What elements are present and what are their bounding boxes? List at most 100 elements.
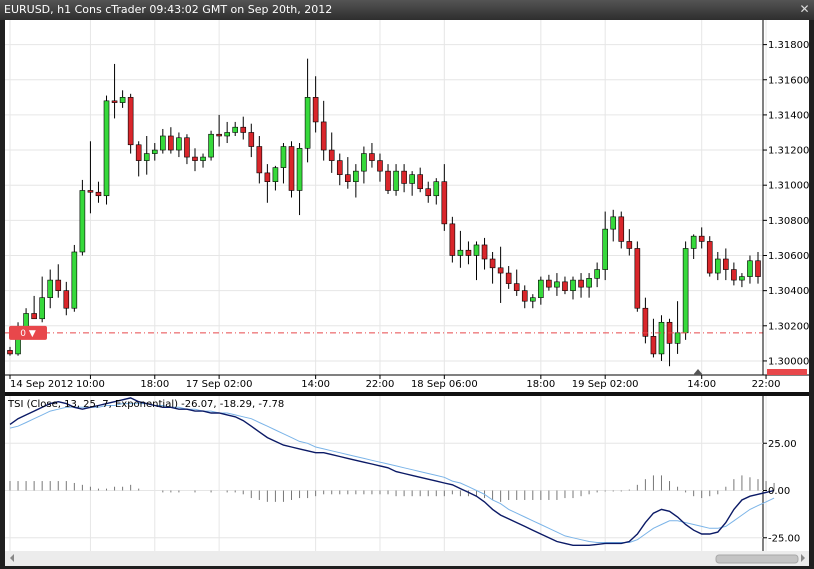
candle-body [272,167,279,182]
candle-body [7,350,13,355]
candle-body [264,172,271,182]
candle [71,244,78,312]
indicator-label: TSI (Close, 13, 25, 7, Exponential) -26.… [7,399,284,410]
candle-body [682,248,689,334]
candle-body [168,135,174,151]
y-tick-label: 1.31400 [768,110,809,121]
candle-body [433,181,440,197]
y-tick-label: 1.30800 [768,216,809,227]
candle-body [39,297,45,320]
candle-body [521,290,528,302]
candle-body [425,188,432,197]
candle-body [232,126,239,133]
candle-body [562,281,568,291]
candle [658,315,665,361]
candle [79,179,86,256]
candle-body [224,132,230,137]
y-tick-label: 1.30200 [768,321,809,332]
candle-body [377,160,383,172]
candle-body [489,258,496,269]
candle-body [135,144,142,161]
x-tick-label: 19 Sep 02:00 [572,379,639,390]
candle-body [602,228,608,270]
indicator-axis-area[interactable] [763,396,809,551]
x-tick-label: 22:00 [366,379,395,390]
scrollbar-thumb[interactable] [715,554,799,564]
candle-body [465,249,472,256]
candle-body [184,137,190,158]
candle-body [87,190,94,193]
candle-body [441,181,448,225]
candle-body [723,258,729,270]
candle-body [642,307,649,337]
chart-area[interactable]: 1.31800 1.31600 1.31400 1.31200 1.31000 1.308… [0,0,814,569]
candle-body [23,313,29,328]
candle-body [369,153,375,161]
candle-body [586,278,592,288]
candle [288,141,295,198]
y-tick-label: 1.30400 [768,286,809,297]
candle-body [706,241,713,274]
y-tick-label: 1.30600 [768,251,809,262]
candle-body [739,276,745,281]
x-tick-label: 22:00 [752,379,781,390]
candle-body [409,174,415,184]
candle-body [497,267,504,274]
y-tick-label: 1.31800 [768,40,809,51]
candle-body [119,97,126,103]
y-tick-label: 1.31000 [768,181,809,192]
candle-body [401,170,407,184]
candle-body [256,146,263,174]
ind-y-tick-label: 0.00 [768,486,790,497]
candle-body [151,149,158,154]
candle-body [554,281,560,288]
x-tick-label: 18 Sep 06:00 [411,379,478,390]
candle-body [176,137,182,151]
candle-body [47,279,54,298]
candle-body [481,244,488,260]
candle [449,216,456,263]
candle-body [538,279,544,298]
candle-body [143,153,150,161]
price-plot-area[interactable] [5,20,763,375]
candle-body [529,297,536,302]
candle [634,241,641,312]
candle-body [103,100,110,197]
candle-body [449,223,456,256]
x-tick-label: 18:00 [526,379,555,390]
candle-body [393,170,399,191]
candle-body [200,156,206,161]
x-tick-label: 14 Sep 2012 [10,379,73,390]
candle-body [312,97,319,123]
candle-body [320,121,327,151]
horizontal-scrollbar[interactable] [5,551,809,566]
indicator-plot-area[interactable] [5,396,763,551]
candle-body [71,251,78,309]
candle-body [336,160,343,175]
panel-separator[interactable] [5,392,809,396]
candle-body [610,216,617,230]
candle-body [160,135,166,151]
candle-body [747,260,753,277]
price-tag-edge [767,369,807,375]
candle-body [385,170,391,191]
price-marker-tag[interactable]: 0 ▼ [9,325,47,340]
candle-body [626,241,633,249]
candle-body [457,249,464,256]
candle-body [674,332,681,344]
y-tick-label: 1.31600 [768,75,809,86]
candle-body [95,191,102,197]
candle-body [618,216,625,242]
candle-body [353,170,359,182]
candle-body [505,272,512,284]
x-tick-label: 14:00 [687,379,716,390]
x-tick-label: 10:00 [76,379,105,390]
candle-body [328,149,335,161]
x-tick-label: 18:00 [140,379,169,390]
y-tick-label: 1.31200 [768,146,809,157]
x-tick-label: 17 Sep 02:00 [186,379,253,390]
candle-body [698,235,705,242]
candle-body [288,146,295,191]
candle-body [63,290,70,309]
candle-body [345,174,351,182]
